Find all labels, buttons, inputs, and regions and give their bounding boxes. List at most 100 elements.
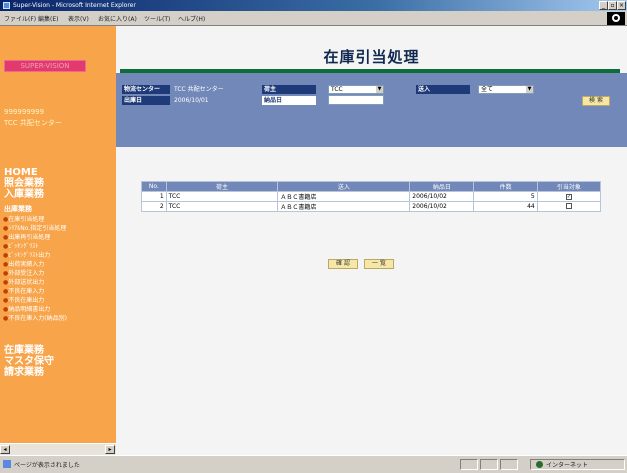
sidebar-item-label: 外部送状出力: [8, 279, 45, 286]
search-form-panel: 物流センター TCC 共配センター 荷主 TCC ▼ 送入 全て ▼ 出庫日 2…: [116, 73, 627, 147]
sidebar-item-delivery-note[interactable]: ●納品明細書出力: [3, 304, 50, 313]
ship-date-label: 出庫日: [122, 96, 170, 105]
sidebar-item-label: 不良在庫入力: [8, 288, 45, 295]
column-header-shipper: 荷主: [165, 181, 279, 192]
menu-file[interactable]: ファイル(F): [4, 14, 36, 23]
delivery-date-input[interactable]: [328, 95, 384, 105]
sidebar-item-defective-entry[interactable]: ●不良在庫入力: [3, 286, 44, 295]
menu-bar: ファイル(F) 編集(E) 表示(V) お気に入り(A) ツール(T) ヘルプ(…: [0, 11, 627, 26]
cell-dest: ＡＢＣ書籍店: [277, 201, 411, 212]
allocate-checkbox[interactable]: [565, 202, 572, 209]
table-row: 1 TCC ＡＢＣ書籍店 2006/10/02 5 ✓: [141, 191, 602, 202]
status-bar: ページが表示されました インターネット: [0, 455, 627, 473]
cell-allocate: [536, 201, 602, 212]
search-button[interactable]: 検 索: [582, 96, 610, 106]
sidebar-item-shipment-entry[interactable]: ●出荷実績入力: [3, 259, 44, 268]
sidebar-item-label: 納品明細書出力: [8, 306, 51, 313]
sidebar-item-label: ｼﾘｱﾙNo.指定引当処理: [8, 225, 67, 232]
sidebar-item-stock-allocation[interactable]: ●在庫引当処理: [3, 214, 44, 223]
close-button[interactable]: ×: [617, 1, 626, 10]
sidebar-item-label: ﾋﾟｯｷﾝｸﾞﾘｽﾄ: [8, 243, 39, 250]
ie-icon: [3, 2, 10, 9]
center-value: TCC 共配センター: [174, 86, 224, 93]
cell-no: 1: [141, 191, 167, 202]
sidebar-item-picking-output[interactable]: ●ﾋﾟｯｷﾝｸﾞﾘｽﾄ出力: [3, 250, 50, 259]
scroll-right-icon[interactable]: ▸: [105, 445, 115, 454]
minimize-button[interactable]: _: [599, 1, 608, 10]
chevron-down-icon: ▼: [526, 86, 533, 93]
scroll-left-icon[interactable]: ◂: [0, 445, 10, 454]
globe-icon: [536, 461, 543, 468]
column-header-dest: 送入: [277, 181, 411, 192]
cell-delivery-date: 2006/10/02: [409, 191, 475, 202]
nav-master[interactable]: マスタ保守: [4, 357, 54, 367]
status-pane: [480, 459, 498, 470]
cell-no: 2: [141, 201, 167, 212]
menu-favorites[interactable]: お気に入り(A): [98, 14, 137, 23]
dest-label: 送入: [416, 85, 470, 94]
sidebar-item-label: 出庫再引当処理: [8, 234, 51, 241]
status-pane: [460, 459, 478, 470]
menu-edit[interactable]: 編集(E): [38, 14, 58, 23]
sidebar-item-defective-output[interactable]: ●不良在庫出力: [3, 295, 44, 304]
status-pane: [500, 459, 518, 470]
page-title: 在庫引当処理: [323, 48, 420, 66]
nav-home[interactable]: HOME: [4, 168, 38, 178]
nav-inquiry[interactable]: 照会業務: [4, 179, 44, 189]
table-row: 2 TCC ＡＢＣ書籍店 2006/10/02 44: [141, 201, 602, 212]
nav-shipping-heading[interactable]: 出庫業務: [4, 204, 32, 214]
sidebar-item-label: 不良在庫入力(納品別): [8, 315, 67, 322]
ship-date-value: 2006/10/01: [174, 97, 209, 104]
confirm-button[interactable]: 確 認: [328, 259, 358, 269]
cell-count: 44: [473, 201, 538, 212]
delivery-date-label: 納品日: [262, 96, 316, 105]
security-zone: インターネット: [546, 462, 589, 469]
window-title-bar: Super-Vision - Microsoft Internet Explor…: [0, 0, 627, 11]
shipper-select-value: TCC: [331, 86, 343, 93]
chevron-down-icon: ▼: [376, 86, 383, 93]
sidebar-item-label: ﾋﾟｯｷﾝｸﾞﾘｽﾄ出力: [8, 252, 51, 259]
sidebar-item-serial-allocation[interactable]: ●ｼﾘｱﾙNo.指定引当処理: [3, 223, 66, 232]
sidebar-item-label: 不良在庫出力: [8, 297, 45, 304]
shipper-select[interactable]: TCC ▼: [328, 85, 384, 94]
table-header-row: No. 荷主 送入 納品日 件数 引当対象: [141, 181, 602, 192]
company-logo: SUPER-VISION: [4, 60, 86, 72]
menu-tools[interactable]: ツール(T): [144, 14, 170, 23]
horizontal-scrollbar[interactable]: ◂ ▸: [0, 443, 116, 455]
main-content: 在庫引当処理 物流センター TCC 共配センター 荷主 TCC ▼ 送入 全て …: [116, 26, 627, 455]
cell-delivery-date: 2006/10/02: [409, 201, 475, 212]
sidebar: SUPER-VISION 999999999 TCC 共配センター HOME 照…: [0, 26, 116, 455]
list-button[interactable]: 一 覧: [364, 259, 394, 269]
user-id: 999999999: [4, 108, 45, 116]
column-header-count: 件数: [473, 181, 538, 192]
center-label: 物流センター: [122, 85, 170, 94]
column-header-allocate: 引当対象: [536, 181, 602, 192]
sidebar-item-defective-by-delivery[interactable]: ●不良在庫入力(納品別): [3, 313, 67, 322]
status-text: ページが表示されました: [14, 462, 80, 469]
cell-shipper: TCC: [165, 201, 279, 212]
sidebar-item-external-waybill[interactable]: ●外部送状出力: [3, 277, 44, 286]
menu-help[interactable]: ヘルプ(H): [178, 14, 205, 23]
page-icon: [3, 460, 11, 468]
allocate-checkbox[interactable]: ✓: [565, 194, 572, 200]
menu-view[interactable]: 表示(V): [68, 14, 89, 23]
nav-receiving[interactable]: 入庫業務: [4, 190, 44, 200]
allocation-table: No. 荷主 送入 納品日 件数 引当対象 1 TCC ＡＢＣ書籍店 2006/…: [141, 181, 602, 212]
sidebar-item-reallocation[interactable]: ●出庫再引当処理: [3, 232, 50, 241]
cell-count: 5: [473, 191, 538, 202]
sidebar-item-external-order[interactable]: ●外部受注入力: [3, 268, 44, 277]
window-title: Super-Vision - Microsoft Internet Explor…: [13, 2, 136, 9]
cell-shipper: TCC: [165, 191, 279, 202]
nav-billing[interactable]: 請求業務: [4, 368, 44, 378]
column-header-delivery-date: 納品日: [409, 181, 475, 192]
maximize-button[interactable]: ▫: [608, 1, 617, 10]
cell-dest: ＡＢＣ書籍店: [277, 191, 411, 202]
shipper-label: 荷主: [262, 85, 316, 94]
dest-select[interactable]: 全て ▼: [478, 85, 534, 94]
center-name: TCC 共配センター: [4, 119, 62, 127]
column-header-no: No.: [141, 181, 167, 192]
nav-stock[interactable]: 在庫業務: [4, 346, 44, 356]
ie-throbber-logo: [607, 12, 625, 25]
sidebar-item-picking-list[interactable]: ●ﾋﾟｯｷﾝｸﾞﾘｽﾄ: [3, 241, 38, 250]
sidebar-item-label: 在庫引当処理: [8, 216, 45, 223]
